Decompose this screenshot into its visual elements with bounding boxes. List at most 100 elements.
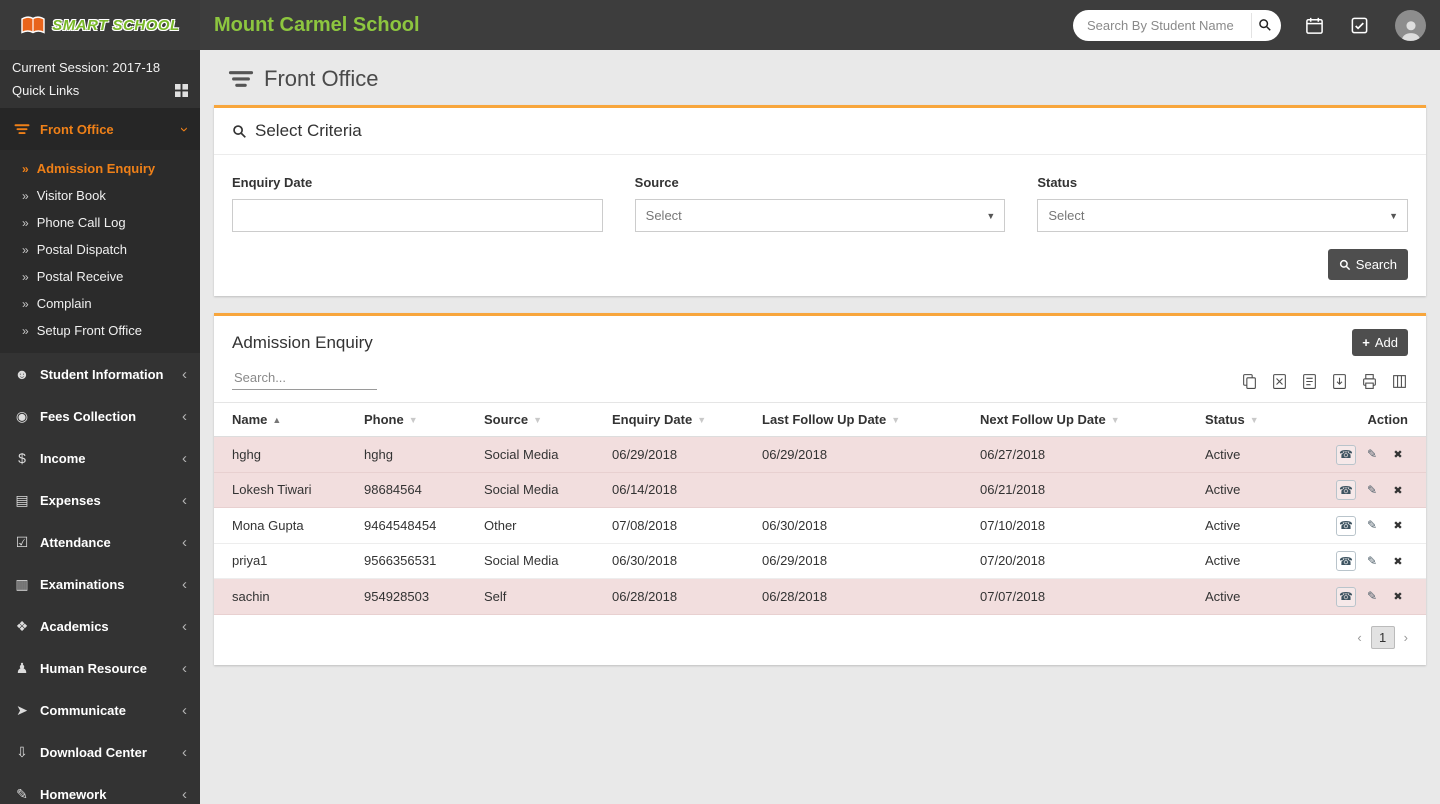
table-search-input[interactable]: [232, 366, 377, 390]
delete-button[interactable]: ✖: [1388, 445, 1408, 465]
next-page-button[interactable]: ›: [1404, 630, 1408, 645]
sidebar-item-expenses[interactable]: ▤Expenses‹: [0, 479, 200, 521]
delete-button[interactable]: ✖: [1388, 516, 1408, 536]
search-icon[interactable]: [1251, 13, 1278, 38]
edit-button[interactable]: ✎: [1362, 586, 1382, 606]
user-avatar[interactable]: [1395, 10, 1426, 41]
sidebar-item-attendance[interactable]: ☑Attendance‹: [0, 521, 200, 563]
column-header-name[interactable]: Name▲: [214, 403, 354, 437]
column-header-enquiry-date[interactable]: Enquiry Date▼: [602, 403, 752, 437]
edit-button[interactable]: ✎: [1362, 515, 1382, 535]
column-label: Status: [1205, 412, 1245, 427]
calendar-icon[interactable]: [1305, 16, 1324, 35]
sidebar-subitem-admission-enquiry[interactable]: »Admission Enquiry: [0, 155, 200, 182]
sidebar-item-label: Expenses: [40, 493, 101, 508]
cell-enquiry_date: 06/30/2018: [602, 543, 752, 579]
call-button[interactable]: ☎: [1336, 445, 1356, 465]
delete-button[interactable]: ✖: [1388, 587, 1408, 607]
enquiry-date-input[interactable]: [232, 199, 603, 232]
sidebar-item-human-resource[interactable]: ♟Human Resource‹: [0, 647, 200, 689]
sidebar-item-label: Examinations: [40, 577, 125, 592]
sidebar-item-label: Human Resource: [40, 661, 147, 676]
chevron-left-icon: ‹: [182, 492, 187, 509]
search-button[interactable]: Search: [1328, 249, 1408, 280]
sidebar-item-fees-collection[interactable]: ◉Fees Collection‹: [0, 395, 200, 437]
sidebar-item-student-information[interactable]: ☻Student Information‹: [0, 353, 200, 395]
sidebar-item-income[interactable]: $Income‹: [0, 437, 200, 479]
cell-last_follow_up_date: [752, 472, 970, 508]
sidebar-subitem-visitor-book[interactable]: »Visitor Book: [0, 182, 200, 209]
double-arrow-icon: »: [22, 162, 29, 176]
columns-icon[interactable]: [1391, 373, 1408, 390]
double-arrow-icon: »: [22, 297, 29, 311]
column-header-next-follow-up-date[interactable]: Next Follow Up Date▼: [970, 403, 1195, 437]
x-icon: ✖: [1393, 448, 1402, 461]
cell-next_follow_up_date: 07/20/2018: [970, 543, 1195, 579]
pdf-icon[interactable]: [1331, 373, 1348, 390]
sidebar-item-label: Communicate: [40, 703, 126, 718]
sidebar-item-homework[interactable]: ✎Homework‹: [0, 773, 200, 804]
grid-icon[interactable]: [175, 84, 188, 97]
cell-status: Active: [1195, 543, 1287, 579]
student-search-input[interactable]: [1073, 10, 1281, 41]
chevron-left-icon: ‹: [182, 660, 187, 677]
source-select-value: Select: [646, 208, 682, 223]
chevron-down-icon: ›: [176, 127, 193, 132]
page-1-button[interactable]: 1: [1371, 626, 1395, 649]
sidebar-subitem-label: Postal Dispatch: [37, 242, 127, 257]
csv-icon[interactable]: [1301, 373, 1318, 390]
column-header-action[interactable]: Action: [1287, 403, 1426, 437]
table-row: hghghghgSocial Media06/29/201806/29/2018…: [214, 437, 1426, 473]
edit-button[interactable]: ✎: [1362, 480, 1382, 500]
edit-button[interactable]: ✎: [1362, 444, 1382, 464]
cell-next_follow_up_date: 06/27/2018: [970, 437, 1195, 473]
school-name: Mount Carmel School: [214, 14, 420, 37]
column-header-last-follow-up-date[interactable]: Last Follow Up Date▼: [752, 403, 970, 437]
sidebar-item-label: Download Center: [40, 745, 147, 760]
double-arrow-icon: »: [22, 270, 29, 284]
call-button[interactable]: ☎: [1336, 551, 1356, 571]
sidebar-subitem-postal-receive[interactable]: »Postal Receive: [0, 263, 200, 290]
call-button[interactable]: ☎: [1336, 587, 1356, 607]
front-office-submenu: »Admission Enquiry»Visitor Book»Phone Ca…: [0, 150, 200, 353]
sidebar-item-communicate[interactable]: ➤Communicate‹: [0, 689, 200, 731]
call-button[interactable]: ☎: [1336, 480, 1356, 500]
edit-button[interactable]: ✎: [1362, 551, 1382, 571]
print-icon[interactable]: [1361, 373, 1378, 390]
smart-school-logo[interactable]: SMART SCHOOL: [0, 0, 200, 50]
page-title: Front Office: [264, 66, 379, 92]
double-arrow-icon: »: [22, 216, 29, 230]
sidebar-item-front-office[interactable]: Front Office ›: [0, 108, 200, 150]
sidebar-item-examinations[interactable]: ▥Examinations‹: [0, 563, 200, 605]
main-content: Front Office Select Criteria Enquiry Dat…: [200, 50, 1440, 804]
call-button[interactable]: ☎: [1336, 516, 1356, 536]
status-select[interactable]: Select ▼: [1037, 199, 1408, 232]
excel-icon[interactable]: [1271, 373, 1288, 390]
sidebar-subitem-label: Setup Front Office: [37, 323, 142, 338]
delete-button[interactable]: ✖: [1388, 551, 1408, 571]
tasks-icon[interactable]: [1350, 16, 1369, 35]
sidebar-subitem-complain[interactable]: »Complain: [0, 290, 200, 317]
cell-phone: 9464548454: [354, 508, 474, 544]
delete-button[interactable]: ✖: [1388, 480, 1408, 500]
prev-page-button[interactable]: ‹: [1357, 630, 1361, 645]
sidebar-item-label: Academics: [40, 619, 109, 634]
copy-icon[interactable]: [1241, 373, 1258, 390]
column-header-phone[interactable]: Phone▼: [354, 403, 474, 437]
phone-icon: ☎: [1339, 590, 1353, 603]
cell-action: ☎ ✎ ✖: [1287, 437, 1426, 473]
phone-icon: ☎: [1339, 519, 1353, 532]
sidebar-subitem-phone-call-log[interactable]: »Phone Call Log: [0, 209, 200, 236]
sidebar-item-download-center[interactable]: ⇩Download Center‹: [0, 731, 200, 773]
book-icon: [20, 15, 46, 36]
sidebar-subitem-postal-dispatch[interactable]: »Postal Dispatch: [0, 236, 200, 263]
sidebar-item-academics[interactable]: ❖Academics‹: [0, 605, 200, 647]
sidebar-subitem-setup-front-office[interactable]: »Setup Front Office: [0, 317, 200, 344]
fees-icon: ◉: [13, 408, 31, 425]
add-button[interactable]: +Add: [1352, 329, 1408, 356]
pagination: ‹ 1 ›: [214, 615, 1426, 655]
sort-icon: ▼: [891, 415, 900, 425]
column-header-status[interactable]: Status▼: [1195, 403, 1287, 437]
column-header-source[interactable]: Source▼: [474, 403, 602, 437]
source-select[interactable]: Select ▼: [635, 199, 1006, 232]
